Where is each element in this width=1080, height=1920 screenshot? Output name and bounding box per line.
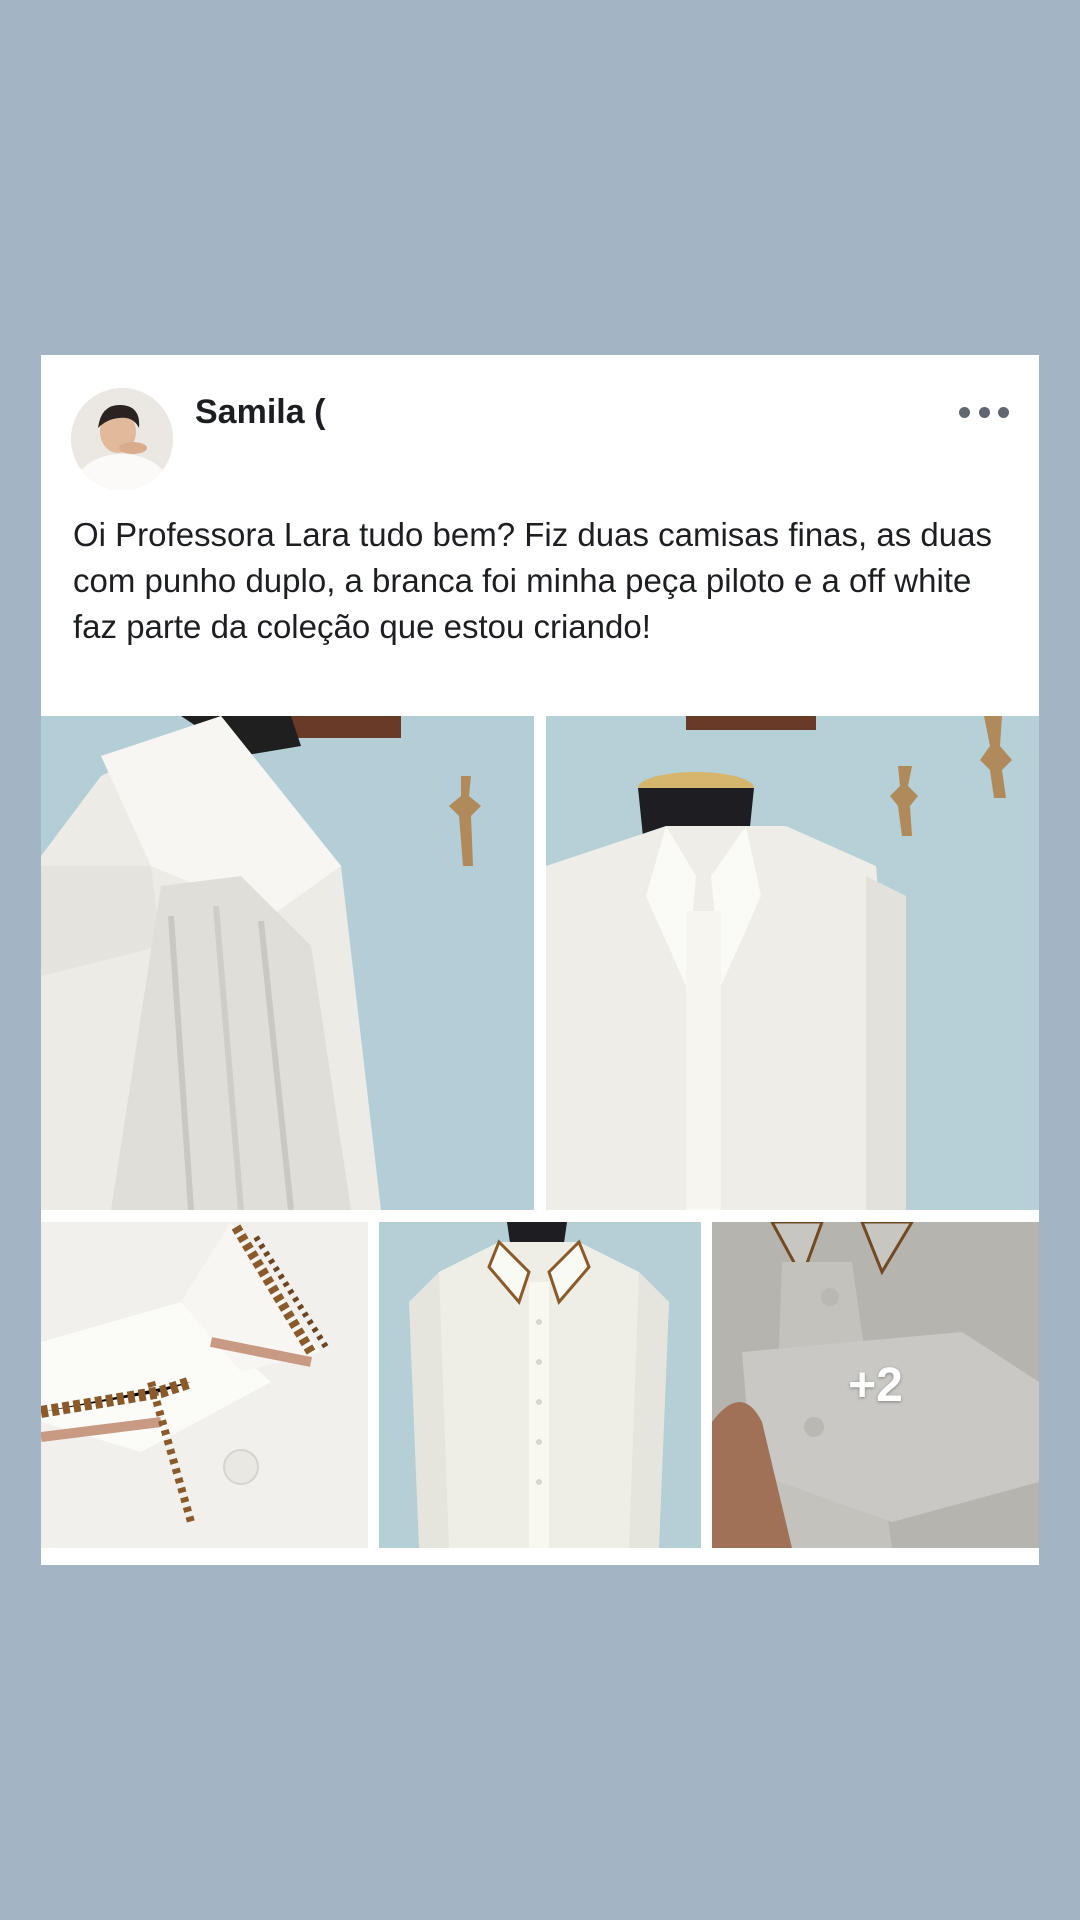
more-photos-count: +2 (848, 1358, 903, 1412)
more-photos-overlay[interactable]: +2 (712, 1222, 1039, 1548)
photo-3-beaded-collar[interactable] (41, 1222, 368, 1548)
post-text: Oi Professora Lara tudo bem? Fiz duas ca… (73, 516, 992, 645)
avatar[interactable] (71, 388, 173, 490)
dot (998, 406, 1009, 418)
author-name[interactable]: Samila ( (195, 393, 325, 432)
dot (959, 406, 970, 418)
photo-5-double-cuff[interactable]: +2 (712, 1222, 1039, 1548)
post-card: Samila ( Oi Professora Lara tudo bem? Fi… (41, 355, 1039, 1565)
photo-2-shirt-front[interactable] (546, 716, 1039, 1210)
more-options-icon[interactable] (959, 400, 1009, 424)
post-header: Samila ( (41, 355, 1039, 490)
dot (978, 406, 990, 418)
photo-1-shirt-shoulder[interactable] (41, 716, 534, 1210)
photo-4-off-white-shirt[interactable] (379, 1222, 701, 1548)
